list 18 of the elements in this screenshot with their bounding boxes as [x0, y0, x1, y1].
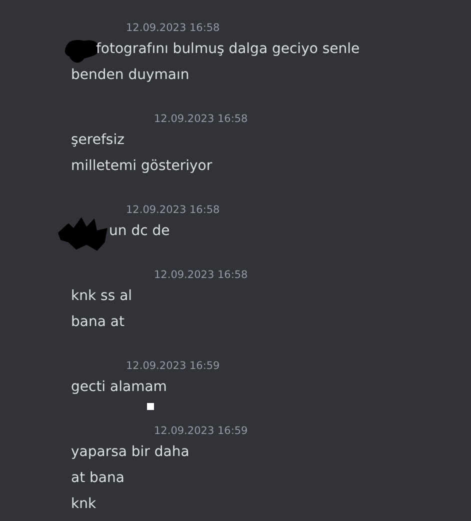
message-text: şerefsiz: [71, 132, 124, 148]
message-timestamp: 12.09.2023 16:58: [126, 204, 220, 216]
message-text: benden duymaın: [71, 67, 190, 83]
message-timestamp: 12.09.2023 16:59: [126, 360, 220, 372]
message-text: fotografını bulmuş dalga geciyo senle: [96, 41, 360, 57]
message-text: milletemi gösteriyor: [71, 158, 212, 174]
message-timestamp: 12.09.2023 16:58: [126, 22, 220, 34]
message-timestamp: 12.09.2023 16:58: [154, 269, 248, 281]
message-text: gecti alamam: [71, 379, 167, 395]
message-text: knk ss al: [71, 288, 132, 304]
message-text: bana at: [71, 314, 124, 330]
message-text: knk: [71, 496, 96, 512]
message-timestamp: 12.09.2023 16:59: [154, 425, 248, 437]
message-text: at bana: [71, 470, 124, 486]
message-timestamp: 12.09.2023 16:58: [154, 113, 248, 125]
message-text: un dc de: [109, 223, 170, 239]
square-mark: [147, 403, 154, 410]
message-text: yaparsa bir daha: [71, 444, 190, 460]
